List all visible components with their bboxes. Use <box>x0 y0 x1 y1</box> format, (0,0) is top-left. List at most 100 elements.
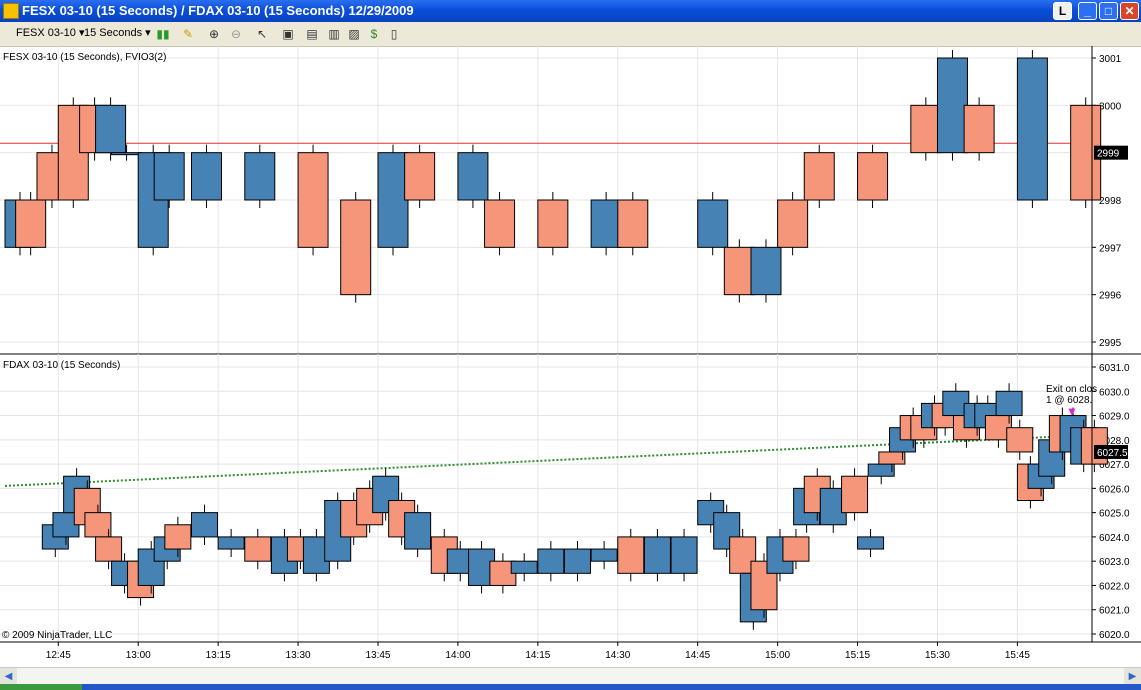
scroll-left-icon[interactable]: ◀ <box>0 668 17 685</box>
y-tick-label: 2995 <box>1099 338 1122 349</box>
data-box-icon[interactable]: ▤ <box>304 26 320 42</box>
price-box <box>841 475 869 514</box>
price-box <box>84 512 112 538</box>
price-marker-label: 2999 <box>1097 149 1120 160</box>
start-button[interactable] <box>0 684 82 690</box>
zoom-in-icon[interactable]: ⊕ <box>206 26 222 42</box>
price-box <box>95 536 123 562</box>
price-box <box>537 199 569 248</box>
taskbar <box>0 684 1141 690</box>
y-tick-label: 3001 <box>1099 54 1122 65</box>
price-box <box>590 548 618 562</box>
x-tick-label: 14:15 <box>525 650 550 661</box>
price-box <box>910 104 942 154</box>
y-tick-label: 6022.0 <box>1099 581 1130 592</box>
price-box <box>244 152 276 201</box>
bar-type-icon[interactable]: ▮▮ <box>155 26 171 42</box>
price-box <box>404 512 432 550</box>
price-box <box>697 199 729 248</box>
properties-icon[interactable]: ▣ <box>280 26 296 42</box>
price-box <box>111 152 143 156</box>
price-box <box>782 536 810 562</box>
horizontal-scrollbar[interactable]: ◀ ▶ <box>0 667 1141 685</box>
cursor-icon[interactable]: ↖ <box>254 26 270 42</box>
x-tick-label: 13:00 <box>126 650 151 661</box>
price-box <box>803 152 835 201</box>
price-box <box>217 536 245 550</box>
x-tick-label: 14:45 <box>685 650 710 661</box>
x-tick-label: 13:45 <box>365 650 390 661</box>
y-tick-label: 6026.0 <box>1099 484 1130 495</box>
strategy-icon[interactable]: $ <box>366 26 382 42</box>
x-tick-label: 15:45 <box>1005 650 1030 661</box>
price-box <box>244 536 272 562</box>
close-icon[interactable]: ✕ <box>1120 2 1139 20</box>
instrument-selector[interactable]: FESX 03-10 ▾ <box>16 26 85 39</box>
price-box <box>590 199 622 248</box>
ninjatrader-app-icon <box>3 3 19 19</box>
y-tick-label: 2996 <box>1099 291 1122 302</box>
pane-title: FESX 03-10 (15 Seconds), FVIO3(2) <box>3 52 166 63</box>
interval-label: 15 Seconds <box>84 27 143 39</box>
price-box <box>1016 57 1048 201</box>
link-button[interactable]: L <box>1053 2 1072 20</box>
interval-selector[interactable]: 15 Seconds ▾ <box>84 26 151 39</box>
chart-image-icon[interactable]: ▨ <box>346 26 362 42</box>
layout-icon[interactable]: ▯ <box>386 26 402 42</box>
x-tick-label: 14:30 <box>605 650 630 661</box>
price-box <box>404 152 436 201</box>
y-tick-label: 2997 <box>1099 243 1122 254</box>
price-box <box>15 199 47 248</box>
price-box <box>340 199 372 296</box>
y-tick-label: 6025.0 <box>1099 509 1130 520</box>
price-box <box>457 152 489 201</box>
trend-line <box>4 433 1093 487</box>
price-box <box>537 548 565 574</box>
price-box <box>995 390 1023 417</box>
price-box <box>750 246 782 296</box>
price-box <box>164 524 192 550</box>
chart-svg[interactable]: 3001 3000 2999 2998 2997 2996 2995 FESX 03-10 (… <box>0 46 1141 667</box>
x-tick-label: 15:15 <box>845 650 870 661</box>
y-tick-label: 6020.0 <box>1099 630 1130 641</box>
price-box <box>190 512 218 538</box>
maximize-icon[interactable]: □ <box>1099 2 1118 20</box>
chart-area[interactable]: 3001 3000 2999 2998 2997 2996 2995 FESX 03-10 (… <box>0 46 1141 667</box>
price-box <box>510 560 538 574</box>
price-box <box>297 152 329 248</box>
price-marker-label: 6027.5 <box>1097 448 1128 459</box>
price-box <box>777 199 809 248</box>
y-tick-label: 6029.0 <box>1099 412 1130 423</box>
price-box <box>1006 427 1034 453</box>
minimize-icon[interactable]: _ <box>1078 2 1097 20</box>
pane-title: FDAX 03-10 (15 Seconds) <box>3 360 120 371</box>
window-title: FESX 03-10 (15 Seconds) / FDAX 03-10 (15… <box>22 3 414 18</box>
price-box <box>670 536 698 574</box>
price-box <box>643 536 671 574</box>
price-box <box>377 152 409 248</box>
price-box <box>153 152 185 201</box>
instrument-label: FESX 03-10 <box>16 27 76 39</box>
zoom-out-icon[interactable]: ⊖ <box>228 26 244 42</box>
scroll-right-icon[interactable]: ▶ <box>1124 668 1141 685</box>
price-box <box>857 152 889 201</box>
x-tick-label: 14:00 <box>445 650 470 661</box>
x-tick-label: 12:45 <box>46 650 71 661</box>
y-tick-label: 6021.0 <box>1099 606 1130 617</box>
price-box <box>563 548 591 574</box>
pencil-icon[interactable]: ✎ <box>180 26 196 42</box>
indicators-icon[interactable]: ▥ <box>326 26 342 42</box>
x-tick-label: 15:00 <box>765 650 790 661</box>
price-box <box>617 536 645 574</box>
window-titlebar: FESX 03-10 (15 Seconds) / FDAX 03-10 (15… <box>0 0 1141 22</box>
price-box <box>963 104 995 154</box>
y-tick-label: 6024.0 <box>1099 533 1130 544</box>
y-tick-label: 2998 <box>1099 196 1122 207</box>
x-tick-label: 15:30 <box>925 650 950 661</box>
y-tick-label: 6023.0 <box>1099 557 1130 568</box>
price-box <box>878 451 906 465</box>
copyright-label: © 2009 NinjaTrader, LLC <box>2 630 112 641</box>
price-box <box>867 463 895 477</box>
price-box <box>936 57 968 154</box>
y-tick-label: 6031.0 <box>1099 363 1130 374</box>
